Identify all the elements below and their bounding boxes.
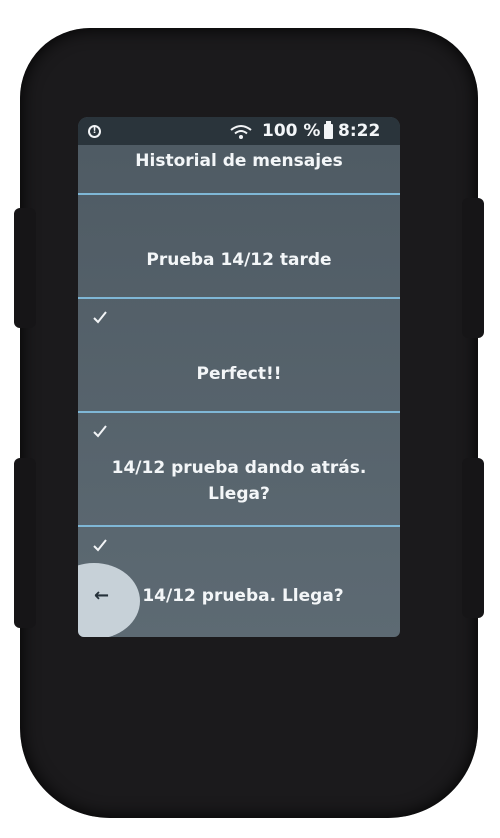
message-item[interactable]: 14/12 prueba dando atrás. Llega? bbox=[78, 413, 400, 527]
check-icon bbox=[93, 311, 107, 324]
message-text: Prueba 14/12 tarde bbox=[146, 250, 332, 270]
message-item[interactable]: Prueba 14/12 tarde bbox=[78, 195, 400, 299]
device-screen: ! 100 % 8:22 Historial de mensajes Prueb… bbox=[78, 117, 400, 637]
message-text: 14/12 prueba. Llega? bbox=[142, 586, 344, 606]
message-text: 14/12 prueba dando atrás. Llega? bbox=[111, 458, 367, 504]
side-button-right-top[interactable] bbox=[462, 198, 484, 338]
side-button-right-bottom[interactable] bbox=[462, 458, 484, 618]
check-icon bbox=[93, 425, 107, 438]
message-text: Perfect!! bbox=[196, 364, 282, 384]
page-title: Historial de mensajes bbox=[135, 151, 343, 171]
side-button-left-top[interactable] bbox=[14, 208, 36, 328]
message-item[interactable]: Perfect!! bbox=[78, 299, 400, 413]
clock: 8:22 bbox=[338, 121, 381, 141]
check-icon bbox=[93, 539, 107, 552]
battery-percent: 100 % bbox=[262, 121, 321, 141]
battery-icon bbox=[324, 121, 333, 139]
info-icon[interactable]: ! bbox=[88, 125, 101, 138]
back-arrow-icon: ← bbox=[94, 585, 110, 606]
wifi-icon bbox=[230, 125, 252, 139]
side-button-left-bottom[interactable] bbox=[14, 458, 36, 628]
status-bar: ! 100 % 8:22 bbox=[78, 117, 400, 145]
